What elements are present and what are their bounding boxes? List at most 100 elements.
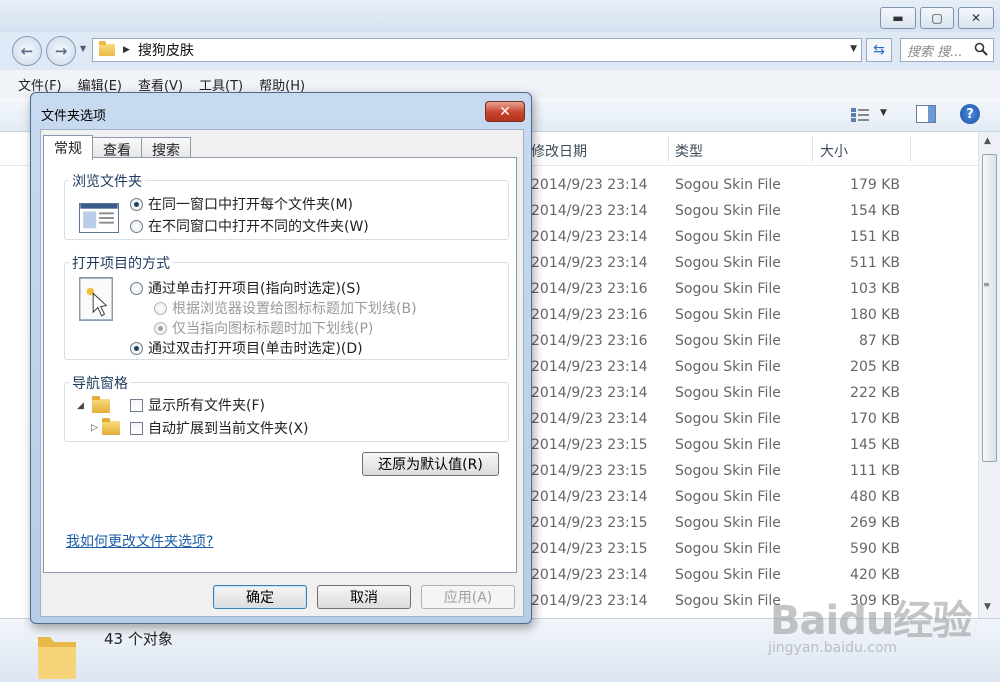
column-header-size[interactable]: 大小 [820, 141, 848, 161]
auto-expand-label: 自动扩展到当前文件夹(X) [148, 421, 309, 437]
recent-pages-dropdown[interactable]: ▼ [80, 44, 86, 53]
apply-button[interactable]: 应用(A) [421, 585, 515, 609]
underline-browser-option[interactable]: 根据浏览器设置给图标标题加下划线(B) [154, 298, 417, 318]
dialog-title: 文件夹选项 [41, 109, 107, 124]
close-window-button[interactable]: ✕ [958, 7, 994, 29]
scroll-down-icon[interactable]: ▼ [984, 602, 991, 612]
dialog-close-button[interactable]: ✕ [485, 101, 525, 122]
file-type: Sogou Skin File [675, 567, 781, 583]
file-size: 269 KB [850, 515, 900, 531]
restore-defaults-button[interactable]: 还原为默认值(R) [362, 452, 499, 476]
auto-expand-option[interactable]: 自动扩展到当前文件夹(X) [130, 418, 309, 438]
click-items-title: 打开项目的方式 [69, 253, 173, 273]
cancel-button[interactable]: 取消 [317, 585, 411, 609]
radio-icon[interactable] [130, 281, 143, 295]
search-input[interactable]: 搜索 搜... [900, 38, 994, 62]
refresh-button[interactable]: ⇆ [866, 38, 892, 62]
underline-point-label: 仅当指向图标标题时加下划线(P) [172, 321, 374, 337]
file-date: 2014/9/23 23:14 [531, 177, 648, 193]
checkbox-icon[interactable] [130, 421, 143, 435]
column-divider[interactable] [910, 136, 911, 162]
radio-disabled-icon[interactable] [154, 301, 167, 315]
file-size: 590 KB [850, 541, 900, 557]
file-type: Sogou Skin File [675, 437, 781, 453]
tab-view[interactable]: 查看 [92, 137, 142, 159]
menu-help[interactable]: 帮助(H) [259, 75, 305, 94]
minimize-button[interactable]: ▬ [880, 7, 916, 29]
tree-expanded-icon: ◢ [77, 401, 84, 411]
menu-file[interactable]: 文件(F) [18, 75, 62, 94]
open-new-window-label: 在不同窗口中打开不同的文件夹(W) [148, 219, 369, 235]
back-button[interactable]: ← [12, 36, 42, 66]
menu-edit[interactable]: 编辑(E) [78, 75, 122, 94]
file-type: Sogou Skin File [675, 177, 781, 193]
column-divider[interactable] [668, 136, 669, 162]
file-size: 179 KB [850, 177, 900, 193]
pointer-click-icon [79, 277, 113, 321]
menu-tools[interactable]: 工具(T) [199, 75, 243, 94]
breadcrumb-folder[interactable]: 搜狗皮肤 [138, 40, 194, 60]
file-date: 2014/9/23 23:16 [531, 333, 648, 349]
file-size: 145 KB [850, 437, 900, 453]
column-header-date[interactable]: 修改日期 [531, 141, 587, 161]
preview-pane-icon[interactable] [916, 105, 936, 123]
double-click-label: 通过双击打开项目(单击时选定)(D) [148, 341, 363, 357]
underline-point-option[interactable]: 仅当指向图标标题时加下划线(P) [154, 318, 373, 338]
file-date: 2014/9/23 23:16 [531, 307, 648, 323]
watermark-url: jingyan.baidu.com [768, 640, 898, 656]
minimize-icon: ▬ [892, 11, 904, 25]
arrow-left-icon: ← [20, 42, 34, 60]
double-click-option[interactable]: 通过双击打开项目(单击时选定)(D) [130, 338, 363, 358]
checkbox-icon[interactable] [130, 398, 143, 412]
dialog-body: 常规 查看 搜索 浏览文件夹 在同一窗口中打开每个文件夹(M) 在不同窗口中打开… [40, 129, 524, 617]
help-link[interactable]: 我如何更改文件夹选项? [66, 531, 213, 551]
underline-browser-label: 根据浏览器设置给图标标题加下划线(B) [172, 301, 417, 317]
open-new-window-option[interactable]: 在不同窗口中打开不同的文件夹(W) [130, 216, 369, 236]
file-type: Sogou Skin File [675, 281, 781, 297]
vertical-scrollbar[interactable]: ▲ ≡ ▼ [978, 132, 1000, 618]
file-type: Sogou Skin File [675, 489, 781, 505]
column-divider[interactable] [812, 136, 813, 162]
show-all-folders-option[interactable]: 显示所有文件夹(F) [130, 395, 265, 415]
view-options-dropdown[interactable]: ▼ [880, 108, 887, 118]
radio-disabled-selected-icon[interactable] [154, 321, 167, 335]
file-size: 180 KB [850, 307, 900, 323]
file-date: 2014/9/23 23:15 [531, 463, 648, 479]
grip-icon: ≡ [983, 280, 990, 289]
file-size: 87 KB [858, 333, 900, 349]
scrollbar-thumb[interactable] [982, 154, 997, 462]
address-dropdown-icon[interactable]: ▼ [850, 44, 857, 54]
browse-folders-group: 浏览文件夹 在同一窗口中打开每个文件夹(M) 在不同窗口中打开不同的文件夹(W) [64, 171, 509, 240]
file-size: 420 KB [850, 567, 900, 583]
breadcrumb-arrow-icon[interactable]: ▶ [123, 45, 130, 55]
file-date: 2014/9/23 23:14 [531, 359, 648, 375]
single-click-label: 通过单击打开项目(指向时选定)(S) [148, 281, 361, 297]
change-view-icon[interactable] [850, 107, 870, 123]
radio-selected-icon[interactable] [130, 341, 143, 355]
maximize-button[interactable]: ▢ [920, 7, 954, 29]
folder-icon [92, 396, 110, 413]
radio-icon[interactable] [130, 219, 143, 233]
tree-collapsed-icon: ▷ [91, 423, 98, 433]
folder-large-icon [38, 637, 76, 679]
column-header-type[interactable]: 类型 [675, 141, 703, 161]
search-icon [974, 42, 988, 56]
forward-button[interactable]: → [46, 36, 76, 66]
file-type: Sogou Skin File [675, 203, 781, 219]
ok-button[interactable]: 确定 [213, 585, 307, 609]
tab-general[interactable]: 常规 [43, 135, 93, 160]
radio-selected-icon[interactable] [130, 197, 143, 211]
open-same-window-label: 在同一窗口中打开每个文件夹(M) [148, 197, 354, 213]
scroll-up-icon[interactable]: ▲ [984, 136, 991, 146]
file-date: 2014/9/23 23:15 [531, 437, 648, 453]
open-same-window-option[interactable]: 在同一窗口中打开每个文件夹(M) [130, 194, 353, 214]
menu-view[interactable]: 查看(V) [138, 75, 183, 94]
tab-search[interactable]: 搜索 [141, 137, 191, 159]
single-click-option[interactable]: 通过单击打开项目(指向时选定)(S) [130, 278, 361, 298]
help-icon[interactable]: ? [960, 104, 980, 124]
file-date: 2014/9/23 23:16 [531, 281, 648, 297]
file-type: Sogou Skin File [675, 411, 781, 427]
general-tab-panel: 浏览文件夹 在同一窗口中打开每个文件夹(M) 在不同窗口中打开不同的文件夹(W)… [43, 157, 517, 573]
address-bar[interactable]: ▶ 搜狗皮肤 ▼ [92, 38, 862, 62]
browse-folders-title: 浏览文件夹 [69, 171, 145, 191]
